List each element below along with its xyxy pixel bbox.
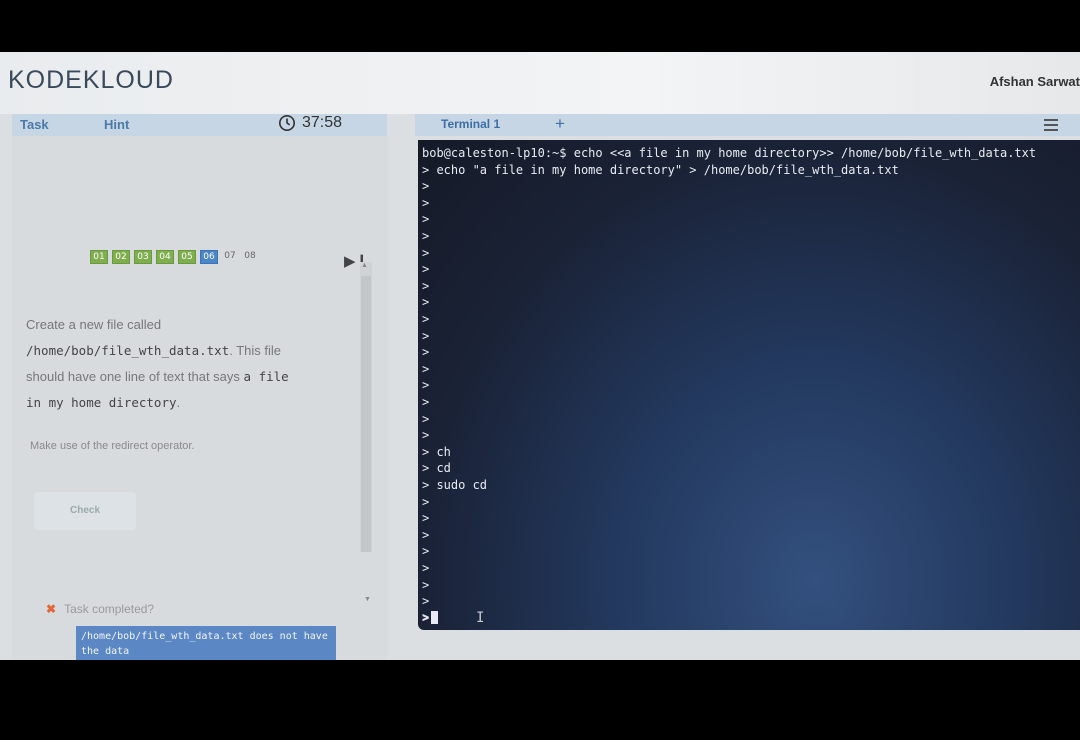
add-terminal-button[interactable]: +: [555, 114, 565, 134]
task-text-2: in my home directory: [26, 395, 177, 410]
app-header: KODEKLOUD Afshan Sarwat: [0, 52, 1080, 114]
terminal-line: >: [422, 610, 430, 625]
task-status-label: Task completed?: [64, 602, 155, 616]
terminal-line: >: [422, 511, 430, 526]
terminal-line: >: [422, 229, 430, 243]
task-line-1: Create a new file called: [26, 317, 162, 332]
step-07[interactable]: 07: [222, 250, 238, 262]
terminal-line: > ch: [422, 444, 451, 459]
clock-icon: [278, 114, 296, 132]
task-scrollbar[interactable]: ▲: [360, 262, 372, 552]
terminal-line: bob@caleston-lp10:~$ echo <<a file in my…: [422, 146, 1037, 160]
step-05[interactable]: 05: [178, 250, 196, 264]
terminal-tabs: Terminal 1 +: [415, 114, 1080, 136]
terminal-line: > sudo cd: [422, 478, 488, 492]
scrollbar-thumb[interactable]: [361, 276, 371, 552]
terminal-line: >: [422, 594, 430, 609]
terminal[interactable]: > I bob@caleston-lp10:~$ echo <<a file i…: [418, 140, 1080, 630]
task-description: Create a new file called /home/bob/file_…: [26, 312, 346, 416]
task-text-1: a file: [243, 369, 289, 384]
terminal-line: >: [422, 262, 430, 277]
user-name[interactable]: Afshan Sarwat: [990, 74, 1080, 89]
task-line-4: .: [176, 395, 181, 410]
terminal-line: >: [422, 245, 430, 260]
terminal-line: >: [422, 561, 430, 575]
terminal-line: >: [422, 411, 430, 426]
tab-hint[interactable]: Hint: [104, 117, 129, 132]
timer-value: 37:58: [302, 114, 343, 131]
fail-icon: ✖: [46, 602, 57, 616]
terminal-line: > echo "a file in my home directory" > /…: [422, 162, 899, 177]
step-02[interactable]: 02: [112, 250, 130, 264]
step-04[interactable]: 04: [156, 250, 174, 264]
text-cursor-icon: I: [476, 610, 485, 626]
task-line-2: . This file: [229, 343, 281, 358]
terminal-line: > cd: [422, 461, 451, 476]
task-status: ✖ Task completed?: [46, 602, 154, 616]
terminal-line: >: [422, 345, 430, 360]
terminal-line: >: [422, 527, 430, 542]
tab-terminal-1[interactable]: Terminal 1: [441, 117, 500, 131]
terminal-line: >: [422, 494, 430, 509]
terminal-line: >: [422, 328, 430, 343]
kodekloud-logo[interactable]: KODEKLOUD: [8, 66, 174, 95]
tab-task[interactable]: Task: [20, 117, 49, 132]
timer: 37:58: [278, 114, 342, 132]
screen: KODEKLOUD Afshan Sarwat Task Hint 37:58 …: [0, 52, 1080, 660]
terminal-line: >: [422, 378, 430, 393]
hamburger-menu-icon[interactable]: [1044, 119, 1058, 134]
task-tabs: Task Hint 37:58: [12, 114, 387, 136]
terminal-line: >: [422, 361, 430, 376]
step-01[interactable]: 01: [90, 250, 108, 264]
terminal-line: >: [422, 278, 430, 293]
task-panel: Task Hint 37:58 01 02 03 04 05 06 07 08 …: [12, 114, 387, 660]
terminal-line: >: [422, 395, 430, 409]
check-button[interactable]: Check: [34, 492, 136, 530]
task-file-path: /home/bob/file_wth_data.txt: [26, 343, 230, 358]
terminal-line: >: [422, 195, 430, 210]
terminal-line: >: [422, 544, 430, 559]
task-line-3: should have one line of text that says: [26, 369, 240, 384]
scroll-down-icon[interactable]: ▼: [364, 596, 371, 603]
step-03[interactable]: 03: [134, 250, 152, 264]
terminal-line: >: [422, 577, 430, 592]
terminal-line: >: [422, 312, 430, 326]
terminal-line: >: [422, 212, 430, 227]
terminal-line: >: [422, 428, 430, 443]
step-06[interactable]: 06: [200, 250, 218, 264]
terminal-line: >: [422, 179, 430, 194]
task-note: Make use of the redirect operator.: [30, 440, 195, 452]
error-message: /home/bob/file_wth_data.txt does not hav…: [76, 626, 336, 660]
terminal-line: >: [422, 295, 430, 310]
step-08[interactable]: 08: [242, 250, 258, 262]
scroll-up-icon[interactable]: ▲: [361, 262, 368, 269]
terminal-cursor: [431, 611, 439, 624]
step-navigator: 01 02 03 04 05 06 07 08: [90, 250, 258, 264]
